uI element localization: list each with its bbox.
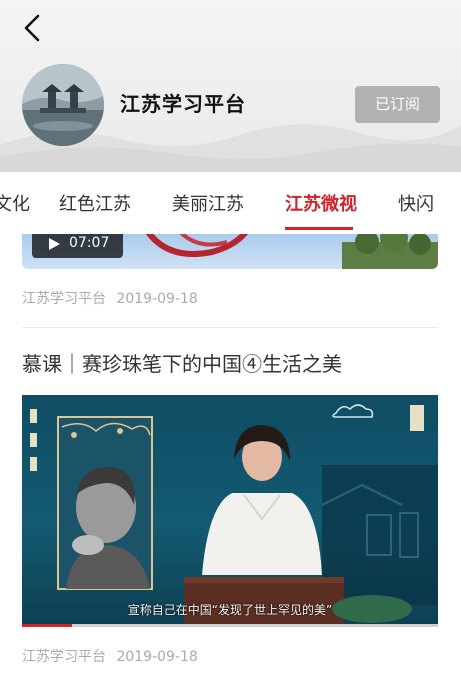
cloud-ornament-icon	[332, 404, 374, 418]
video-feed: 07:07 江苏学习平台 2019-09-18 慕课｜赛珍珠笔下的中国④生活之美	[0, 234, 461, 683]
tab-beautiful-jiangsu[interactable]: 美丽江苏	[172, 190, 244, 216]
item-date: 2019-09-18	[116, 649, 198, 665]
tab-jiangsu-microvideo[interactable]: 江苏微视	[285, 190, 357, 216]
tab-culture[interactable]: 文化	[0, 190, 30, 216]
channel-header: 江苏学习平台 已订阅	[0, 0, 461, 172]
tab-flash-mob[interactable]: 快闪	[398, 190, 434, 216]
tab-red-jiangsu[interactable]: 红色江苏	[59, 190, 131, 216]
item-meta: 江苏学习平台 2019-09-18	[22, 646, 198, 666]
channel-avatar[interactable]	[22, 64, 104, 146]
item-title[interactable]: 慕课｜赛珍珠笔下的中国④生活之美	[22, 348, 342, 377]
back-arrow-icon	[24, 14, 40, 42]
item-divider	[22, 327, 438, 328]
active-tab-indicator	[285, 227, 353, 230]
pavilion-image	[22, 64, 104, 146]
item-source: 江苏学习平台	[22, 291, 106, 307]
play-icon	[49, 238, 60, 250]
video-frame	[30, 404, 438, 627]
video-player[interactable]: 宣称自己在中国“发现了世上罕见的美”	[22, 395, 438, 627]
video-progress-fill	[22, 624, 72, 627]
video-progress-bar[interactable]	[22, 624, 438, 627]
subscribed-button[interactable]: 已订阅	[355, 86, 440, 123]
item-source: 江苏学习平台	[22, 649, 106, 665]
video-subtitle: 宣称自己在中国“发现了世上罕见的美”	[127, 603, 333, 617]
channel-name: 江苏学习平台	[120, 92, 246, 116]
duration-text: 07:07	[69, 235, 110, 251]
item-meta: 江苏学习平台 2019-09-18	[22, 288, 198, 308]
item-date: 2019-09-18	[116, 291, 198, 307]
category-tabs: 文化 红色江苏 美丽江苏 江苏微视 快闪	[0, 172, 461, 234]
back-button[interactable]	[18, 10, 48, 46]
video-duration-badge: 07:07	[32, 234, 123, 258]
